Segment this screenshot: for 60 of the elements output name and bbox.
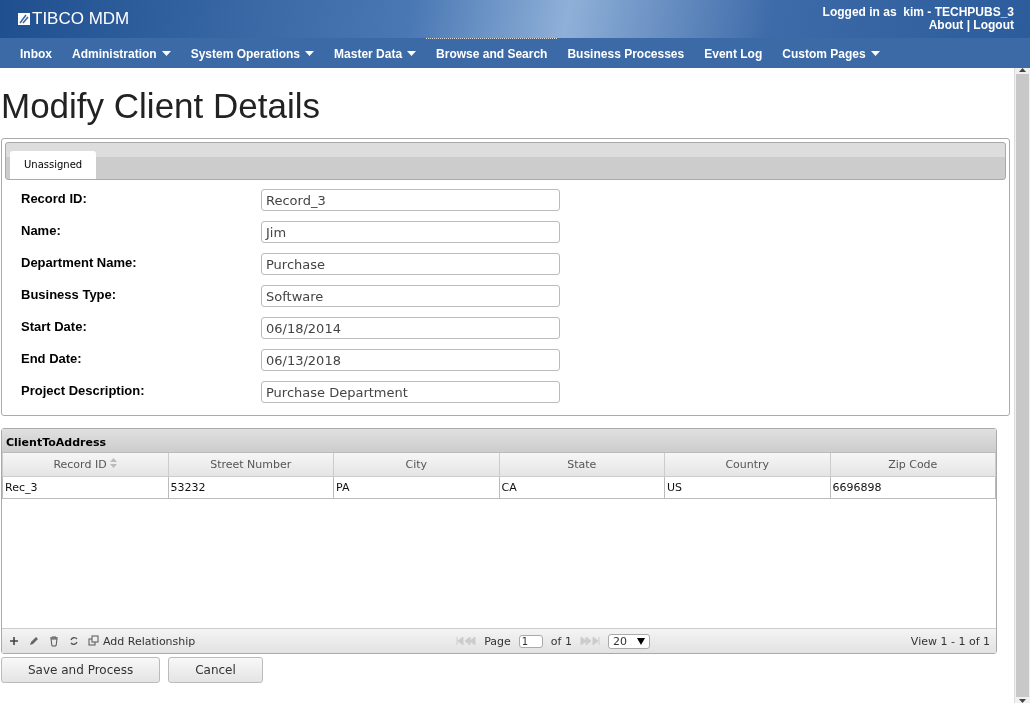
scrollbar[interactable] — [1014, 68, 1030, 703]
field-label: Department Name: — [21, 254, 138, 272]
input-field[interactable]: Record_3 — [261, 189, 560, 211]
add-icon[interactable] — [8, 635, 20, 647]
column-header[interactable]: Zip Code — [830, 453, 996, 477]
scroll-down-icon[interactable] — [1019, 699, 1026, 703]
nav-menu-item[interactable]: Event Log — [694, 38, 773, 68]
table-cell: CA — [499, 476, 665, 499]
add-relationship-button[interactable]: Add Relationship — [88, 634, 196, 648]
input-field[interactable]: 06/13/2018 — [261, 349, 560, 371]
header-link[interactable]: About — [928, 18, 964, 32]
column-header[interactable]: Record ID — [2, 453, 168, 477]
action-button[interactable]: Cancel — [168, 657, 263, 683]
field-label: Name: — [21, 222, 62, 240]
dropdown-caret-icon — [636, 637, 645, 645]
input-field[interactable]: Jim — [261, 221, 560, 243]
action-button[interactable]: Save and Process — [1, 657, 161, 683]
table-cell: PA — [333, 476, 499, 499]
field-label: End Date: — [21, 350, 83, 368]
page-count: of 1 — [550, 634, 572, 648]
trash-icon[interactable] — [48, 635, 60, 647]
page-label: Page — [484, 634, 511, 648]
field-label: Record ID: — [21, 190, 88, 208]
table-cell: 53232 — [168, 476, 334, 499]
table-cell: 6696898 — [830, 476, 996, 499]
link-separator: | — [966, 18, 970, 32]
field-label: Business Type: — [21, 286, 118, 304]
page-input[interactable]: 1 — [518, 634, 543, 648]
page-title: Modify Client Details — [1, 86, 321, 126]
page-size-select[interactable]: 20 — [607, 633, 650, 649]
tab[interactable]: Unassigned — [10, 151, 97, 179]
nav-menu-item[interactable]: Custom Pages — [772, 38, 890, 68]
nav-menu-item[interactable]: Master Data — [324, 38, 427, 68]
input-field[interactable]: Purchase Department — [261, 381, 560, 403]
table-cell: US — [664, 476, 830, 499]
logo-text: TIBCO MDM — [32, 9, 130, 29]
column-header[interactable]: Street Number — [168, 453, 334, 477]
nav-menu-item[interactable]: Browse and Search — [426, 38, 558, 68]
column-header[interactable]: State — [499, 453, 665, 477]
nav-menu-item[interactable]: Administration — [62, 38, 181, 68]
field-label: Project Description: — [21, 382, 146, 400]
window-icon — [88, 635, 100, 647]
field-label: Start Date: — [21, 318, 88, 336]
column-header[interactable]: Country — [664, 453, 830, 477]
input-field[interactable]: Software — [261, 285, 560, 307]
view-count: View 1 - 1 of 1 — [910, 634, 990, 648]
input-field[interactable]: Purchase — [261, 253, 560, 275]
logged-in-text: Logged in as kim - TECHPUBS_3 — [822, 6, 1014, 19]
nav-menu-item[interactable]: Inbox — [10, 38, 62, 68]
header-link[interactable]: Logout — [973, 18, 1014, 32]
nav-menu-item[interactable]: System Operations — [180, 38, 325, 68]
column-header[interactable]: City — [333, 453, 499, 477]
sort-icon — [110, 458, 118, 468]
grid-title: ClientToAddress — [2, 429, 996, 453]
table-cell: Rec_3 — [2, 476, 168, 499]
logo-icon — [18, 13, 30, 25]
pencil-icon[interactable] — [28, 635, 40, 647]
refresh-icon[interactable] — [68, 635, 80, 647]
input-field[interactable]: 06/18/2014 — [261, 317, 560, 339]
nav-menu-item[interactable]: Business Processes — [557, 38, 695, 68]
